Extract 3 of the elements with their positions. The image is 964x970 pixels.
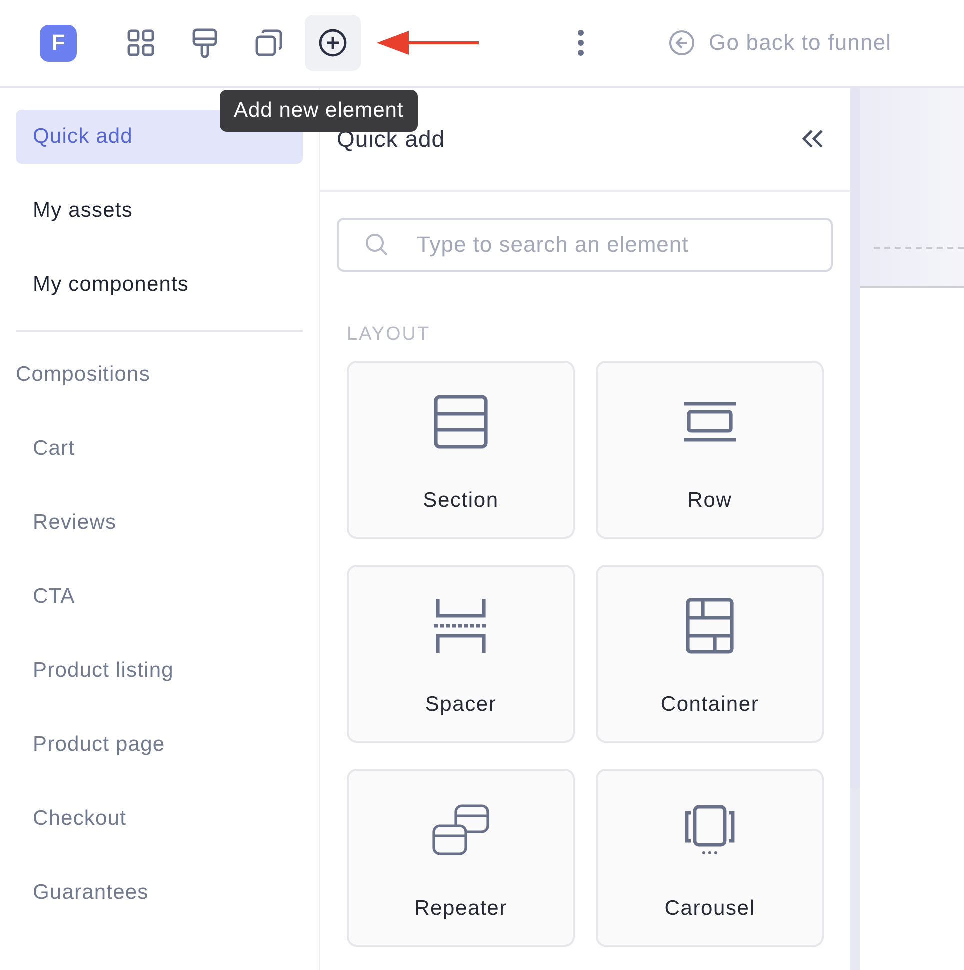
tooltip: Add new element	[220, 90, 418, 132]
section-heading: LAYOUT	[347, 324, 432, 347]
group-heading: Compositions	[16, 362, 152, 388]
